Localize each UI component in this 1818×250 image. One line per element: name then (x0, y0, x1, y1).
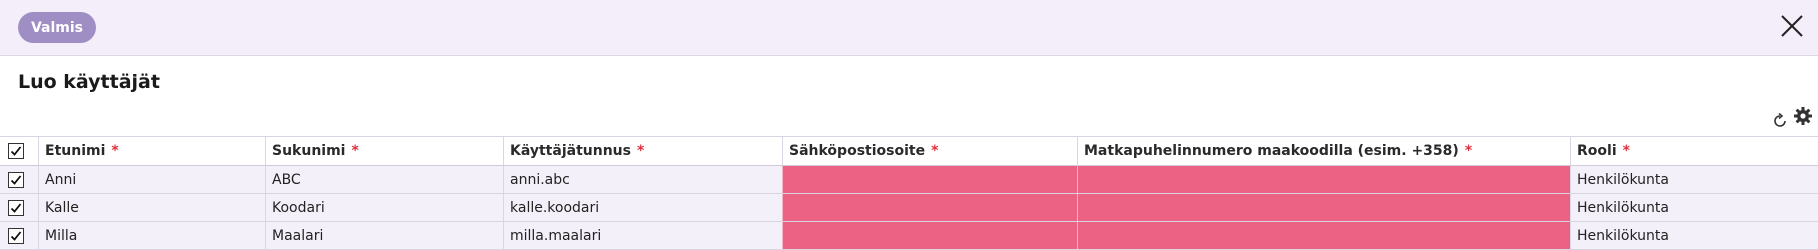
column-label: Sukunimi (272, 143, 346, 159)
required-marker: * (931, 143, 939, 159)
row-checkbox[interactable] (8, 199, 24, 216)
first-name-cell[interactable]: Anni (38, 166, 265, 193)
phone-cell-invalid[interactable] (1077, 194, 1570, 221)
phone-cell-invalid[interactable] (1077, 222, 1570, 249)
column-label: Rooli (1577, 143, 1617, 159)
role-cell[interactable]: Henkilökunta (1570, 194, 1818, 221)
page-title: Luo käyttäjät (18, 71, 160, 93)
users-table: Etunimi * Sukunimi * Käyttäjätunnus * Sähkö… (0, 136, 1818, 250)
username-cell[interactable]: milla.maalari (503, 222, 782, 249)
first-name-cell[interactable]: Kalle (38, 194, 265, 221)
row-select-cell (0, 166, 38, 193)
done-button[interactable]: Valmis (18, 12, 96, 43)
column-label: Etunimi (45, 143, 106, 159)
role-cell[interactable]: Henkilökunta (1570, 166, 1818, 193)
column-header-first-name[interactable]: Etunimi * (38, 137, 265, 165)
column-label: Käyttäjätunnus (510, 143, 631, 159)
username-cell[interactable]: kalle.koodari (503, 194, 782, 221)
select-all-checkbox[interactable] (8, 143, 24, 159)
last-name-cell[interactable]: Maalari (265, 222, 503, 249)
role-cell[interactable]: Henkilökunta (1570, 222, 1818, 249)
column-label: Matkapuhelinnumero maakoodilla (esim. +3… (1084, 143, 1459, 159)
refresh-icon[interactable] (1771, 112, 1789, 130)
email-cell-invalid[interactable] (782, 222, 1077, 249)
select-all-cell (0, 137, 38, 165)
table-row: Kalle Koodari kalle.koodari Henkilökunta (0, 194, 1818, 222)
checkmark-icon (10, 146, 22, 156)
close-icon[interactable] (1779, 13, 1805, 39)
email-cell-invalid[interactable] (782, 166, 1077, 193)
checkmark-icon (10, 202, 22, 213)
required-marker: * (636, 143, 645, 159)
checkmark-icon (10, 230, 22, 241)
top-toolbar: Valmis (0, 0, 1818, 56)
last-name-cell[interactable]: ABC (265, 166, 503, 193)
column-header-last-name[interactable]: Sukunimi * (265, 137, 503, 165)
gear-icon[interactable] (1793, 106, 1813, 126)
required-marker: * (1622, 143, 1630, 159)
first-name-cell[interactable]: Milla (38, 222, 265, 249)
table-row: Anni ABC anni.abc Henkilökunta (0, 166, 1818, 194)
required-marker: * (351, 143, 359, 159)
username-cell[interactable]: anni.abc (503, 166, 782, 193)
required-marker: * (111, 143, 119, 159)
row-checkbox[interactable] (8, 227, 24, 244)
table-row: Milla Maalari milla.maalari Henkilökunta (0, 222, 1818, 250)
column-header-role[interactable]: Rooli * (1570, 137, 1818, 165)
checkmark-icon (10, 174, 22, 185)
last-name-cell[interactable]: Koodari (265, 194, 503, 221)
column-label: Sähköpostiosoite (789, 143, 926, 159)
column-header-email[interactable]: Sähköpostiosoite * (782, 137, 1077, 165)
required-marker: * (1464, 143, 1473, 159)
row-select-cell (0, 222, 38, 249)
table-header: Etunimi * Sukunimi * Käyttäjätunnus * Sähkö… (0, 136, 1818, 166)
column-header-phone[interactable]: Matkapuhelinnumero maakoodilla (esim. +3… (1077, 137, 1570, 165)
row-select-cell (0, 194, 38, 221)
column-header-username[interactable]: Käyttäjätunnus * (503, 137, 782, 165)
row-checkbox[interactable] (8, 171, 24, 188)
phone-cell-invalid[interactable] (1077, 166, 1570, 193)
email-cell-invalid[interactable] (782, 194, 1077, 221)
